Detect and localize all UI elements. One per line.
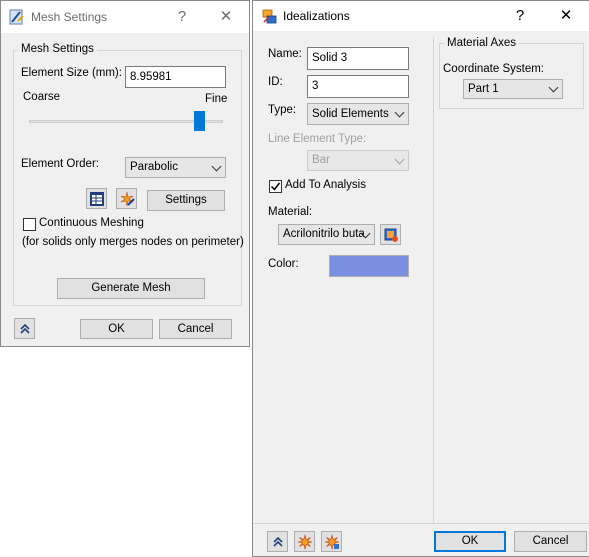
material-library-icon (383, 227, 399, 243)
mesh-table-button[interactable] (86, 188, 107, 209)
generate-mesh-button[interactable]: Generate Mesh (57, 278, 205, 299)
chevron-down-icon (548, 82, 559, 93)
continuous-meshing-note: (for solids only merges nodes on perimet… (22, 236, 244, 248)
idealizations-app-icon (261, 7, 279, 25)
chevron-down-icon (211, 161, 222, 171)
idealizations-title: Idealizations (283, 9, 350, 23)
mesh-close-button[interactable]: ✕ (211, 2, 241, 32)
element-order-value: Parabolic (130, 161, 178, 173)
double-chevron-up-icon (271, 535, 285, 549)
mesh-collapse-button[interactable] (14, 318, 35, 339)
fine-label: Fine (205, 93, 228, 105)
idealizations-titlebar[interactable]: Idealizations ? ✕ (253, 1, 589, 31)
type-value: Solid Elements (312, 108, 389, 120)
color-swatch-button[interactable] (329, 255, 409, 277)
line-element-type-label: Line Element Type: (268, 133, 367, 145)
name-label: Name: (268, 48, 302, 60)
coordinate-system-label: Coordinate System: (443, 63, 544, 75)
element-order-label: Element Order: (21, 158, 99, 170)
idealizations-dialog: Idealizations ? ✕ Name: Solid 3 ID: 3 Ty… (252, 0, 589, 557)
chevron-down-icon (394, 107, 405, 118)
idealizations-ok-button[interactable]: OK (434, 531, 506, 552)
double-chevron-up-icon (18, 322, 32, 336)
idealizations-close-button[interactable]: ✕ (551, 1, 581, 31)
mesh-settings-group-title: Mesh Settings (18, 43, 97, 55)
mesh-control-icon (119, 191, 135, 207)
edit-idealization-button[interactable] (321, 531, 342, 552)
line-element-type-value: Bar (312, 154, 330, 166)
id-input[interactable]: 3 (307, 75, 409, 98)
mesh-ok-button[interactable]: OK (80, 319, 153, 339)
mesh-cancel-button[interactable]: Cancel (159, 319, 232, 339)
idealizations-help-button[interactable]: ? (505, 1, 535, 31)
material-select[interactable]: Acrilonitrilo buta (278, 224, 375, 245)
mesh-density-slider[interactable] (29, 109, 223, 133)
color-label: Color: (268, 258, 299, 270)
continuous-meshing-label[interactable]: Continuous Meshing (39, 217, 144, 229)
id-label: ID: (268, 76, 283, 88)
add-to-analysis-label[interactable]: Add To Analysis (285, 179, 366, 191)
element-size-input[interactable]: 8.95981 (125, 66, 226, 88)
add-to-analysis-checkbox[interactable] (269, 180, 282, 193)
mesh-help-button[interactable]: ? (167, 2, 197, 32)
mesh-settings-dialog: Mesh Settings ? ✕ Mesh Settings Element … (0, 0, 250, 347)
line-element-type-select: Bar (307, 150, 409, 171)
table-icon (89, 191, 105, 207)
checkmark-icon (270, 182, 281, 191)
slider-thumb[interactable] (194, 111, 205, 131)
name-input[interactable]: Solid 3 (307, 47, 409, 70)
mesh-app-icon (9, 9, 25, 25)
chevron-down-icon (394, 154, 405, 164)
coordinate-system-select[interactable]: Part 1 (463, 79, 563, 99)
element-order-select[interactable]: Parabolic (125, 157, 226, 178)
element-size-label: Element Size (mm): (21, 67, 122, 79)
burst-icon (297, 533, 313, 551)
type-select[interactable]: Solid Elements (307, 103, 409, 125)
mesh-settings-titlebar[interactable]: Mesh Settings ? ✕ (1, 1, 249, 33)
footer-divider (253, 523, 589, 524)
settings-button[interactable]: Settings (147, 190, 225, 211)
vertical-divider (433, 37, 434, 523)
coarse-label: Coarse (23, 91, 61, 103)
material-label: Material: (268, 206, 313, 218)
continuous-meshing-checkbox[interactable] (23, 218, 36, 231)
material-library-button[interactable] (380, 224, 401, 245)
idealizations-cancel-button[interactable]: Cancel (514, 531, 587, 552)
new-idealization-button[interactable] (294, 531, 315, 552)
material-value: Acrilonitrilo buta (283, 228, 365, 240)
idealizations-collapse-button[interactable] (267, 531, 288, 552)
coordinate-system-value: Part 1 (468, 83, 499, 95)
material-axes-title: Material Axes (444, 37, 520, 49)
type-label: Type: (268, 104, 297, 116)
burst-edit-icon (324, 533, 340, 551)
mesh-settings-title: Mesh Settings (31, 10, 108, 24)
mesh-control-button[interactable] (116, 188, 137, 209)
mesh-settings-group (13, 50, 242, 306)
material-axes-group (439, 43, 584, 109)
